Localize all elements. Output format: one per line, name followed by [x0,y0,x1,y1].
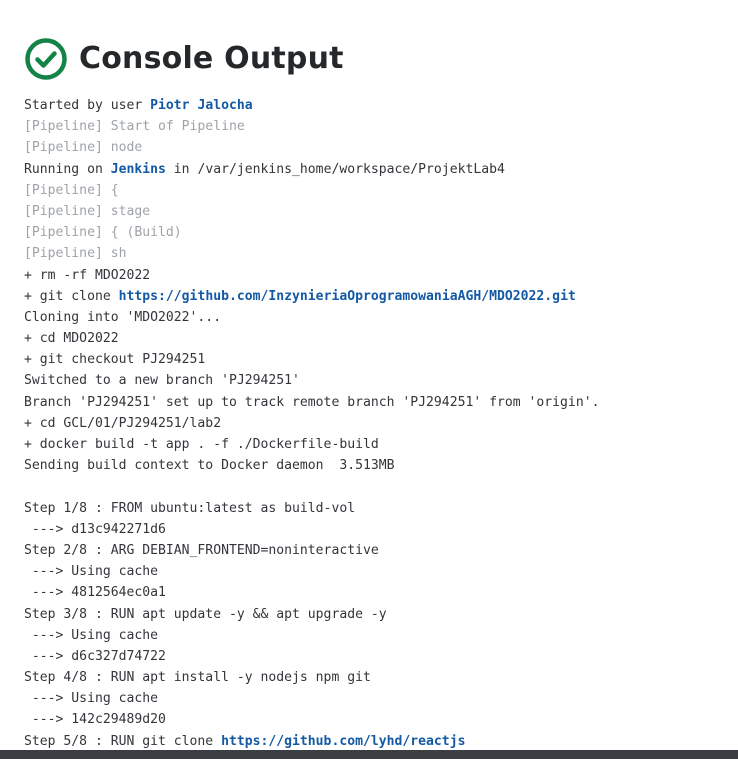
console-text: ---> d6c327d74722 [24,648,166,664]
console-line: + cd MDO2022 [24,328,734,349]
pipeline-step-text: [Pipeline] Start of Pipeline [24,119,245,135]
console-line: Running on Jenkins in /var/jenkins_home/… [24,159,734,180]
console-text: Step 1/8 : FROM ubuntu:latest as build-v… [24,500,356,516]
console-text: ---> d13c942271d6 [24,521,166,537]
console-line: ---> d13c942271d6 [24,519,734,540]
console-line: [Pipeline] { [24,180,734,201]
console-text: Branch 'PJ294251' set up to track remote… [24,394,600,410]
console-line: ---> Using cache [24,688,734,709]
console-line: Step 5/8 : RUN git clone https://github.… [24,731,734,752]
pipeline-step-text: [Pipeline] { (Build) [24,225,182,241]
console-text: Sending build context to Docker daemon 3… [24,458,395,474]
console-line: Step 1/8 : FROM ubuntu:latest as build-v… [24,498,734,519]
console-text: + git checkout PJ294251 [24,352,206,368]
console-text: ---> Using cache [24,691,159,707]
console-line: Sending build context to Docker daemon 3… [24,455,734,476]
console-text: ---> Using cache [24,627,159,643]
page-header: Console Output [24,37,344,81]
console-line: Switched to a new branch 'PJ294251' [24,370,734,391]
console-link[interactable]: Jenkins [111,162,166,177]
pipeline-step-text: [Pipeline] node [24,140,143,156]
check-circle-icon [24,37,68,81]
console-text: Step 5/8 : RUN git clone [24,733,222,749]
console-line: [Pipeline] { (Build) [24,222,734,243]
console-line: + rm -rf MDO2022 [24,265,734,286]
console-text: Cloning into 'MDO2022'... [24,309,222,325]
console-line: + git checkout PJ294251 [24,349,734,370]
console-text: Running on [24,161,111,177]
console-text: + cd MDO2022 [24,331,119,347]
console-line: Step 4/8 : RUN apt install -y nodejs npm… [24,667,734,688]
console-line: + docker build -t app . -f ./Dockerfile-… [24,434,734,455]
console-text: in /var/jenkins_home/workspace/ProjektLa… [165,161,505,177]
console-line: Step 2/8 : ARG DEBIAN_FRONTEND=nonintera… [24,540,734,561]
console-text: + cd GCL/01/PJ294251/lab2 [24,415,222,431]
console-line: [Pipeline] stage [24,201,734,222]
bottom-scrollbar[interactable] [0,750,738,759]
pipeline-step-text: [Pipeline] { [24,182,119,198]
console-line: [Pipeline] Start of Pipeline [24,116,734,137]
console-line: Cloning into 'MDO2022'... [24,307,734,328]
console-line: Step 3/8 : RUN apt update -y && apt upgr… [24,604,734,625]
console-text: ---> Using cache [24,564,159,580]
console-text: Step 2/8 : ARG DEBIAN_FRONTEND=nonintera… [24,542,379,558]
console-line: ---> 4812564ec0a1 [24,582,734,603]
console-link[interactable]: https://github.com/InzynieriaOprogramowa… [119,289,576,304]
console-text: Switched to a new branch 'PJ294251' [24,373,300,389]
console-line: + cd GCL/01/PJ294251/lab2 [24,413,734,434]
console-line: ---> 142c29489d20 [24,709,734,730]
pipeline-step-text: [Pipeline] sh [24,246,127,262]
console-line: ---> Using cache [24,625,734,646]
console-line: [Pipeline] sh [24,243,734,264]
console-output: Started by user Piotr Jalocha [Pipeline] … [24,95,734,752]
console-line: + git clone https://github.com/Inzynieri… [24,286,734,307]
pipeline-step-text: [Pipeline] stage [24,203,151,219]
console-text: ---> 4812564ec0a1 [24,585,166,601]
console-line: Started by user Piotr Jalocha [24,95,734,116]
console-link[interactable]: Piotr Jalocha [150,98,252,113]
console-text: ---> 142c29489d20 [24,712,166,728]
console-text: Step 3/8 : RUN apt update -y && apt upgr… [24,606,387,622]
console-text: Step 4/8 : RUN apt install -y nodejs npm… [24,670,371,686]
console-line: [Pipeline] node [24,137,734,158]
console-text: + git clone [24,288,119,304]
console-link[interactable]: https://github.com/lyhd/reactjs [221,734,465,749]
console-text: + docker build -t app . -f ./Dockerfile-… [24,437,379,452]
console-text: Started by user [24,98,151,113]
console-line: ---> d6c327d74722 [24,646,734,667]
console-line: Branch 'PJ294251' set up to track remote… [24,392,734,413]
console-text: + rm -rf MDO2022 [24,267,151,283]
console-line: ---> Using cache [24,561,734,582]
page-title: Console Output [79,41,344,76]
